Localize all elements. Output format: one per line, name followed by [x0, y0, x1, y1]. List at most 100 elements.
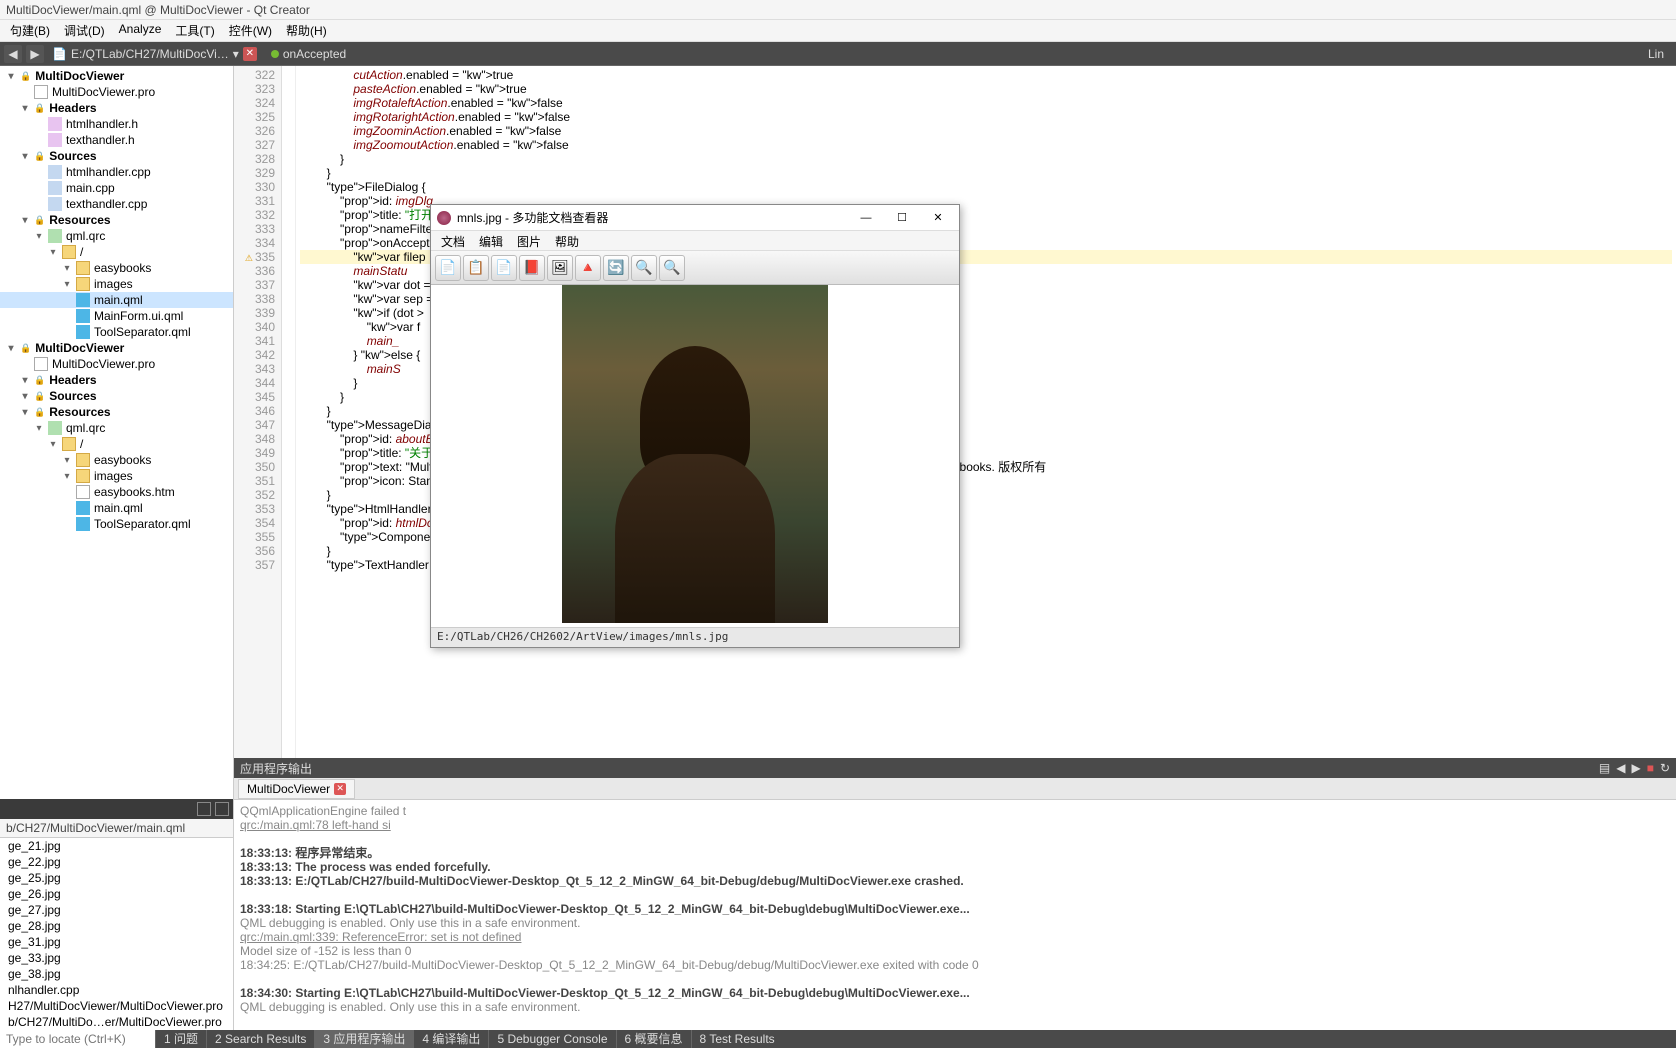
close-pane-icon[interactable] [215, 802, 229, 816]
tree-item[interactable]: MultiDocViewer.pro [0, 84, 233, 100]
tree-item[interactable]: ▾🔒Headers [0, 100, 233, 116]
dropdown-icon[interactable]: ▾ [233, 47, 239, 61]
viewer-menu-image[interactable]: 图片 [511, 231, 547, 250]
viewer-menu-doc[interactable]: 文档 [435, 231, 471, 250]
nav-fwd-icon[interactable]: ▶ [26, 45, 44, 63]
tree-item[interactable]: ToolSeparator.qml [0, 516, 233, 532]
fold-icon [76, 469, 90, 483]
viewer-menu-help[interactable]: 帮助 [549, 231, 585, 250]
tree-item[interactable]: ▾🔒MultiDocViewer [0, 68, 233, 84]
tree-item[interactable]: htmlhandler.cpp [0, 164, 233, 180]
tree-item[interactable]: ToolSeparator.qml [0, 324, 233, 340]
tree-item[interactable]: ▾🔒Sources [0, 148, 233, 164]
menu-build[interactable]: 句建(B) [4, 20, 56, 41]
open-doc-item[interactable]: ge_38.jpg [0, 966, 233, 982]
status-appout[interactable]: 3 应用程序输出 [314, 1030, 413, 1048]
split-icon[interactable] [197, 802, 211, 816]
new-doc-icon[interactable]: 📄 [435, 255, 461, 281]
tree-item[interactable]: ▾/ [0, 244, 233, 260]
copy-icon[interactable]: 📋 [463, 255, 489, 281]
open-docs-list[interactable]: ge_21.jpgge_22.jpgge_25.jpgge_26.jpgge_2… [0, 838, 233, 1030]
open-doc-item[interactable]: ge_27.jpg [0, 902, 233, 918]
output-tab[interactable]: MultiDocViewer ✕ [238, 779, 355, 799]
status-summary[interactable]: 6 概要信息 [616, 1030, 691, 1048]
tree-item[interactable]: ▾🔒Sources [0, 388, 233, 404]
status-debugger[interactable]: 5 Debugger Console [488, 1030, 615, 1048]
open-doc-item[interactable]: ge_22.jpg [0, 854, 233, 870]
zoom-out-icon[interactable]: 🔍 [659, 255, 685, 281]
tree-item[interactable]: main.qml [0, 500, 233, 516]
tree-item[interactable]: ▾images [0, 468, 233, 484]
open-doc-item[interactable]: b/CH27/MultiDo…er/MultiDocViewer.pro [0, 1014, 233, 1030]
close-icon[interactable]: ✕ [923, 208, 953, 228]
menu-widgets[interactable]: 控件(W) [223, 20, 278, 41]
tree-item[interactable]: main.qml [0, 292, 233, 308]
tree-item[interactable]: texthandler.h [0, 132, 233, 148]
line-col-label: Lin [1640, 47, 1672, 61]
close-file-icon[interactable]: ✕ [243, 47, 257, 61]
open-doc-item[interactable]: ge_28.jpg [0, 918, 233, 934]
tree-item[interactable]: ▾/ [0, 436, 233, 452]
fold-column[interactable] [282, 66, 296, 758]
tree-item[interactable]: MultiDocViewer.pro [0, 356, 233, 372]
tree-item[interactable]: ▾qml.qrc [0, 228, 233, 244]
open-doc-item[interactable]: nlhandler.cpp [0, 982, 233, 998]
tree-item[interactable]: ▾easybooks [0, 452, 233, 468]
locator-input[interactable] [0, 1030, 155, 1048]
menu-debug[interactable]: 调试(D) [58, 20, 111, 41]
tree-item[interactable]: ▾images [0, 276, 233, 292]
open-doc-item[interactable]: ge_21.jpg [0, 838, 233, 854]
status-search[interactable]: 2 Search Results [206, 1030, 314, 1048]
rotate-right-icon[interactable]: 🔄 [603, 255, 629, 281]
status-tests[interactable]: 8 Test Results [691, 1030, 783, 1048]
close-tab-icon[interactable]: ✕ [334, 783, 346, 795]
h-icon [48, 133, 62, 147]
viewer-titlebar[interactable]: mnls.jpg - 多功能文档查看器 — ☐ ✕ [431, 205, 959, 231]
output-pane[interactable]: QQmlApplicationEngine failed tqrc:/main.… [234, 800, 1676, 1030]
file-path-crumb[interactable]: 📄 E:/QTLab/CH27/MultiDocVi… ▾ ✕ [48, 47, 261, 61]
open-doc-item[interactable]: ge_31.jpg [0, 934, 233, 950]
tree-item[interactable]: ▾easybooks [0, 260, 233, 276]
tree-item[interactable]: easybooks.htm [0, 484, 233, 500]
prev-icon[interactable]: ◀ [1616, 761, 1625, 775]
image-icon[interactable]: 🖼 [547, 255, 573, 281]
open-doc-item[interactable]: H27/MultiDocViewer/MultiDocViewer.pro [0, 998, 233, 1014]
nav-back-icon[interactable]: ◀ [4, 45, 22, 63]
viewer-canvas[interactable] [431, 285, 959, 627]
tree-item[interactable]: ▾🔒MultiDocViewer [0, 340, 233, 356]
rotate-left-icon[interactable]: 🔺 [575, 255, 601, 281]
tree-item[interactable]: texthandler.cpp [0, 196, 233, 212]
viewer-menu-edit[interactable]: 编辑 [473, 231, 509, 250]
tree-item[interactable]: htmlhandler.h [0, 116, 233, 132]
tree-item[interactable]: main.cpp [0, 180, 233, 196]
maximize-icon[interactable]: ☐ [887, 208, 917, 228]
tree-item[interactable]: ▾qml.qrc [0, 420, 233, 436]
tree-item[interactable]: ▾🔒Headers [0, 372, 233, 388]
zoom-in-icon[interactable]: 🔍 [631, 255, 657, 281]
image-viewer-window[interactable]: mnls.jpg - 多功能文档查看器 — ☐ ✕ 文档 编辑 图片 帮助 📄📋… [430, 204, 960, 648]
paste-icon[interactable]: 📄 [491, 255, 517, 281]
tree-item[interactable]: ▾🔒Resources [0, 404, 233, 420]
status-issues[interactable]: 1 问题 [155, 1030, 206, 1048]
fold-icon [62, 245, 76, 259]
next-icon[interactable]: ▶ [1631, 761, 1640, 775]
menu-analyze[interactable]: Analyze [113, 20, 168, 41]
open-doc-item[interactable]: ge_33.jpg [0, 950, 233, 966]
book-icon[interactable]: 📕 [519, 255, 545, 281]
tree-item[interactable]: ▾🔒Resources [0, 212, 233, 228]
open-doc-current[interactable]: b/CH27/MultiDocViewer/main.qml [0, 819, 233, 838]
minimize-icon[interactable]: — [851, 208, 881, 228]
symbol-crumb[interactable]: onAccepted [265, 47, 352, 61]
open-doc-item[interactable]: ge_25.jpg [0, 870, 233, 886]
proj-icon [34, 85, 48, 99]
filter-icon[interactable]: ▤ [1599, 761, 1610, 775]
open-doc-item[interactable]: ge_26.jpg [0, 886, 233, 902]
tree-item[interactable]: MainForm.ui.qml [0, 308, 233, 324]
rerun-icon[interactable]: ↻ [1660, 761, 1670, 775]
menu-help[interactable]: 帮助(H) [280, 20, 333, 41]
status-compile[interactable]: 4 编译输出 [413, 1030, 488, 1048]
stop-icon[interactable]: ■ [1647, 761, 1654, 775]
viewer-title-text: mnls.jpg - 多功能文档查看器 [457, 209, 608, 226]
menu-tools[interactable]: 工具(T) [169, 20, 220, 41]
project-tree[interactable]: ▾🔒MultiDocViewerMultiDocViewer.pro▾🔒Head… [0, 66, 233, 799]
